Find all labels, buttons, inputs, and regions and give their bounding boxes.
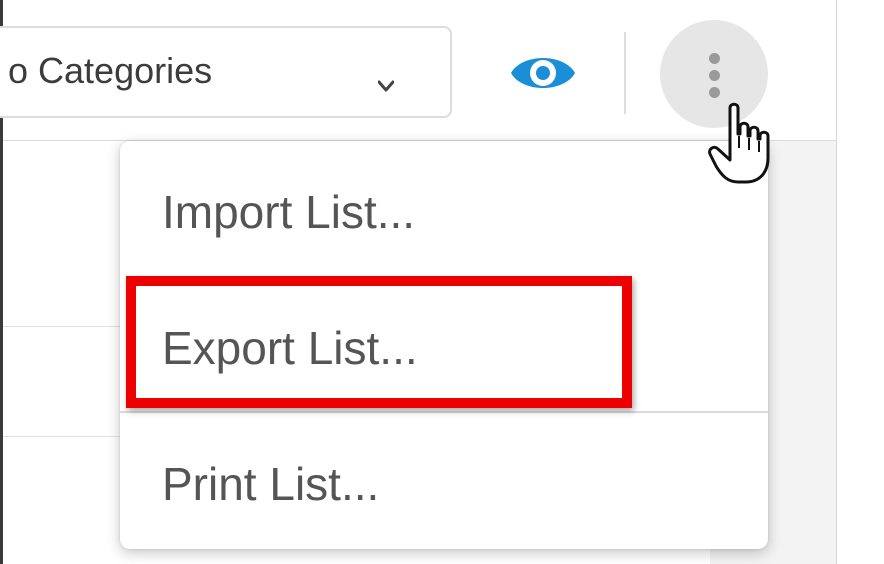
menu-item-print-list[interactable]: Print List... xyxy=(120,457,768,547)
more-vertical-icon-dot xyxy=(709,70,720,81)
category-dropdown[interactable]: o Categories xyxy=(0,26,452,118)
right-panel xyxy=(836,0,884,564)
app-window: o Categories Import List... Export List.… xyxy=(0,0,884,564)
toolbar-separator xyxy=(624,32,626,114)
menu-divider xyxy=(120,411,768,413)
export-highlight-box xyxy=(126,276,632,408)
more-options-menu: Import List... Export List... Print List… xyxy=(120,141,768,549)
more-vertical-icon xyxy=(709,53,720,64)
menu-item-import-list[interactable]: Import List... xyxy=(120,185,768,275)
chevron-down-icon xyxy=(378,80,394,92)
list-row-divider xyxy=(3,436,123,437)
more-vertical-icon-dot xyxy=(709,87,720,98)
hand-cursor-icon xyxy=(708,102,770,184)
category-dropdown-value: o Categories xyxy=(8,50,213,91)
eye-icon[interactable] xyxy=(508,48,578,98)
list-row-divider xyxy=(3,326,123,327)
